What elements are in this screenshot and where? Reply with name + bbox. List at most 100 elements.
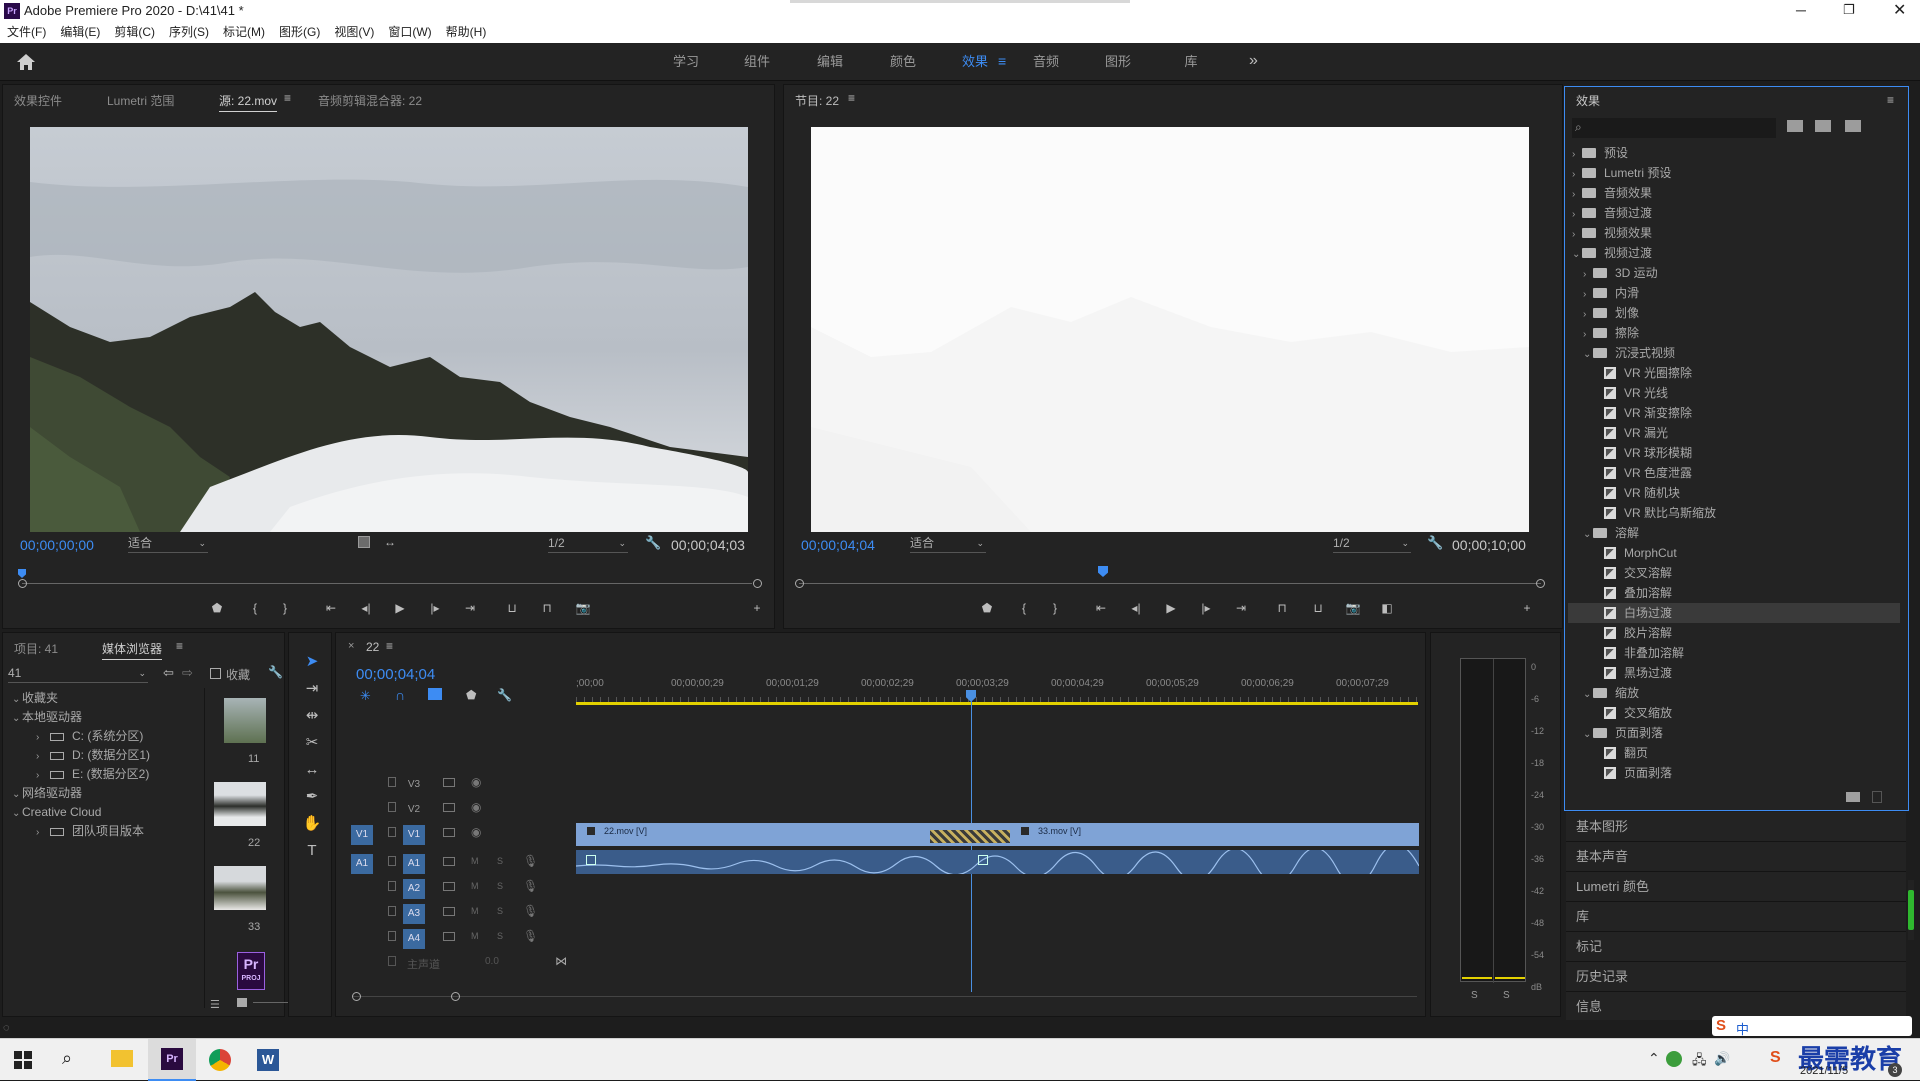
- program-step-forward-icon[interactable]: |▸: [1197, 599, 1215, 617]
- workspace-tab-1[interactable]: 组件: [742, 43, 772, 81]
- effects-item-15[interactable]: VR 球形模糊: [1594, 443, 1692, 463]
- type-tool-icon[interactable]: T: [300, 838, 324, 862]
- program-scrubber[interactable]: [795, 566, 1545, 588]
- lock-icon[interactable]: [388, 931, 396, 941]
- windows-start-icon[interactable]: [14, 1051, 32, 1069]
- solo-button[interactable]: S: [497, 906, 503, 916]
- track-target-a2[interactable]: A2: [403, 879, 425, 899]
- media-tree-item-2[interactable]: › C: (系统分区): [36, 726, 143, 746]
- eye-icon[interactable]: ◉: [471, 800, 481, 814]
- effects-item-13[interactable]: VR 渐变擦除: [1594, 403, 1692, 423]
- menu-item-7[interactable]: 窗口(W): [381, 22, 438, 43]
- back-arrow-icon[interactable]: ⇦: [163, 665, 174, 681]
- source-go-to-in-icon[interactable]: ⇤: [322, 599, 340, 617]
- source-settings-wrench-icon[interactable]: 🔧: [645, 535, 661, 551]
- file-explorer-icon[interactable]: [111, 1050, 133, 1067]
- tray-chevron-icon[interactable]: ⌃: [1648, 1050, 1660, 1067]
- effects-item-31[interactable]: 页面剥落: [1594, 763, 1672, 783]
- side-panel-1[interactable]: 基本声音: [1566, 842, 1906, 872]
- tab-audio-clip-mixer[interactable]: 音频剪辑混合器: 22: [318, 92, 422, 109]
- workspace-tab-4[interactable]: 效果: [960, 43, 990, 81]
- sync-lock-icon[interactable]: [443, 932, 455, 941]
- effects-item-11[interactable]: VR 光圈擦除: [1594, 363, 1692, 383]
- notification-count[interactable]: 3: [1888, 1063, 1902, 1077]
- microphone-icon[interactable]: 🎙: [523, 854, 538, 868]
- new-bin-icon[interactable]: [1846, 792, 1860, 802]
- effects-item-20[interactable]: MorphCut: [1594, 543, 1677, 563]
- timeline-zoom-handle-left[interactable]: [352, 992, 361, 1001]
- meter-solo-left[interactable]: S: [1471, 990, 1478, 1001]
- program-export-frame-icon[interactable]: 📷: [1344, 599, 1362, 617]
- sync-lock-icon[interactable]: [443, 907, 455, 916]
- effects-item-22[interactable]: 叠加溶解: [1594, 583, 1672, 603]
- side-panel-0[interactable]: 基本图形: [1566, 812, 1906, 842]
- workspace-menu-icon[interactable]: ≡: [998, 53, 1006, 69]
- effects-item-0[interactable]: › 预设: [1572, 143, 1628, 163]
- effects-item-27[interactable]: ⌄ 缩放: [1583, 683, 1639, 703]
- tab-source[interactable]: 源: 22.mov: [219, 92, 278, 112]
- search-icon[interactable]: ⌕: [62, 1048, 72, 1069]
- workspace-tab-5[interactable]: 音频: [1031, 43, 1061, 81]
- media-tree-item-5[interactable]: ⌄ 网络驱动器: [12, 783, 82, 803]
- workspace-tab-6[interactable]: 图形: [1103, 43, 1133, 81]
- sync-lock-icon[interactable]: [443, 778, 455, 787]
- source-mark-out-icon[interactable]: }: [276, 599, 294, 617]
- master-end-icon[interactable]: ⋈: [555, 954, 567, 968]
- track-select-icon[interactable]: ⇥: [300, 676, 324, 700]
- media-path-dropdown[interactable]: 41 ⌄: [8, 665, 148, 683]
- effects-item-9[interactable]: › 擦除: [1583, 323, 1639, 343]
- source-patch-v1[interactable]: V1: [351, 825, 373, 845]
- source-overwrite-icon[interactable]: ⊓: [538, 599, 556, 617]
- menu-item-6[interactable]: 视图(V): [327, 22, 381, 43]
- thumbnail-22[interactable]: [214, 782, 266, 826]
- media-tree-item-4[interactable]: › E: (数据分区2): [36, 764, 149, 784]
- source-drag-icon[interactable]: ↔: [384, 535, 396, 549]
- list-view-icon[interactable]: ☰: [210, 998, 220, 1011]
- effects-item-25[interactable]: 非叠加溶解: [1594, 643, 1684, 663]
- track-target-a4[interactable]: A4: [403, 929, 425, 949]
- source-go-to-out-icon[interactable]: ⇥: [461, 599, 479, 617]
- lock-icon[interactable]: [388, 777, 396, 787]
- tab-effect-controls[interactable]: 效果控件: [14, 92, 62, 109]
- timeline-settings-wrench-icon[interactable]: 🔧: [497, 688, 512, 702]
- track-target-v1[interactable]: V1: [403, 825, 425, 845]
- workspace-tab-3[interactable]: 颜色: [888, 43, 918, 81]
- media-browser-menu-icon[interactable]: ≡: [176, 639, 183, 653]
- source-insert-icon[interactable]: [358, 536, 370, 548]
- program-mark-in-icon[interactable]: {: [1015, 599, 1033, 617]
- effects-item-2[interactable]: › 音频效果: [1572, 183, 1652, 203]
- sync-lock-icon[interactable]: [443, 803, 455, 812]
- effects-item-26[interactable]: 黑场过渡: [1594, 663, 1672, 683]
- 32bit-effects-icon[interactable]: [1815, 120, 1831, 132]
- close-sequence-icon[interactable]: ×: [348, 640, 354, 652]
- pen-tool-icon[interactable]: ✒: [300, 784, 324, 808]
- effects-item-18[interactable]: VR 默比乌斯缩放: [1594, 503, 1716, 523]
- effects-panel-menu-icon[interactable]: ≡: [1887, 93, 1894, 107]
- program-title[interactable]: 节目: 22: [795, 92, 839, 109]
- source-mark-in-icon[interactable]: {: [246, 599, 264, 617]
- effects-item-1[interactable]: › Lumetri 预设: [1572, 163, 1671, 183]
- sogou-tray-icon[interactable]: S: [1770, 1049, 1781, 1067]
- effects-search-input[interactable]: ⌕: [1572, 118, 1776, 138]
- hand-tool-icon[interactable]: ✋: [300, 811, 324, 835]
- ime-toolbar[interactable]: S 中: [1712, 1016, 1912, 1037]
- media-tree-item-0[interactable]: ⌄ 收藏夹: [12, 688, 58, 708]
- track-target-a1[interactable]: A1: [403, 854, 425, 874]
- solo-button[interactable]: S: [497, 931, 503, 941]
- effects-item-7[interactable]: › 内滑: [1583, 283, 1639, 303]
- sync-lock-icon[interactable]: [443, 828, 455, 837]
- effects-item-24[interactable]: 胶片溶解: [1594, 623, 1672, 643]
- tray-app-icon[interactable]: [1666, 1051, 1682, 1067]
- source-timecode[interactable]: 00;00;00;00: [20, 537, 94, 553]
- program-go-to-out-icon[interactable]: ⇥: [1232, 599, 1250, 617]
- favorites-checkbox[interactable]: [210, 668, 221, 679]
- program-lift-icon[interactable]: ⊓: [1273, 599, 1291, 617]
- program-add-button-icon[interactable]: +: [1518, 599, 1536, 617]
- sync-lock-icon[interactable]: [443, 882, 455, 891]
- selection-tool-icon[interactable]: ➤: [300, 649, 324, 673]
- program-add-marker-icon[interactable]: ⬟: [978, 599, 996, 617]
- source-add-button-icon[interactable]: +: [748, 599, 766, 617]
- program-fit-dropdown[interactable]: 适合 ⌄: [910, 535, 986, 553]
- taskbar-premiere[interactable]: Pr: [148, 1039, 196, 1081]
- menu-item-5[interactable]: 图形(G): [272, 22, 327, 43]
